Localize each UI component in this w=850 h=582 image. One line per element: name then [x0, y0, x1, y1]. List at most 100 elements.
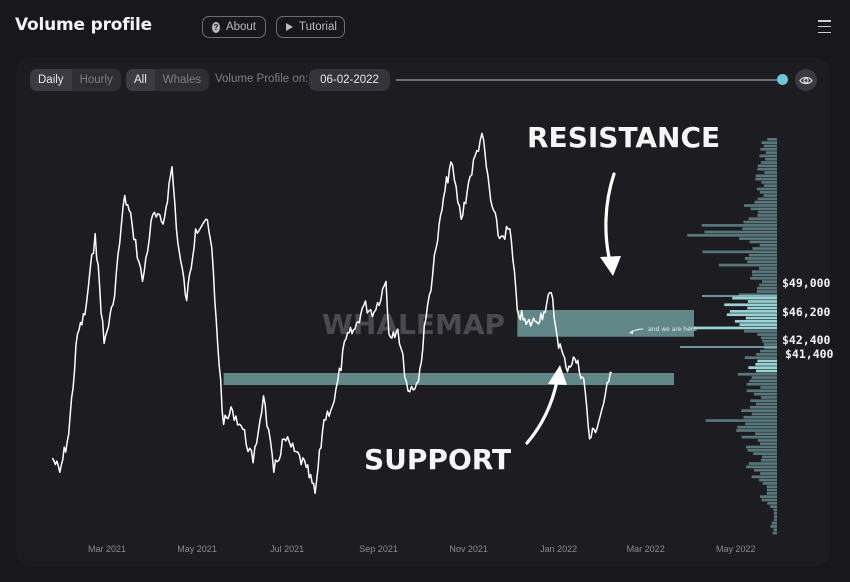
volume-profile-bar: [760, 147, 777, 151]
x-tick-label: May 2022: [716, 544, 756, 554]
volume-profile-bar: [757, 197, 777, 201]
volume-profile-bar: [755, 362, 777, 366]
volume-profile-bar: [748, 217, 777, 221]
volume-profile-bar: [743, 220, 777, 224]
volume-profile-bar: [761, 455, 777, 459]
volume-profile-bar: [749, 405, 777, 409]
volume-profile-bar: [760, 161, 777, 164]
volume-profile-bar: [770, 505, 777, 508]
volume-profile-bar: [758, 267, 777, 270]
volume-profile-bar: [724, 303, 777, 307]
volume-profile-bar: [749, 379, 777, 383]
volume-profile-bar: [759, 154, 777, 158]
volume-profile-bar: [756, 286, 777, 290]
volume-profile-bar: [765, 157, 777, 161]
resistance-annotation: RESISTANCE: [527, 121, 720, 154]
volume-profile-bar: [760, 495, 777, 499]
volume-profile-bar: [759, 243, 777, 247]
current-position-annotation: and we are here: [648, 326, 697, 333]
volume-profile-bar: [726, 313, 777, 317]
volume-profile-bar: [757, 164, 777, 168]
volume-profile-bar: [757, 333, 777, 336]
volume-profile-bar: [762, 339, 777, 343]
x-tick-label: Mar 2022: [627, 544, 665, 554]
volume-profile-bar: [760, 458, 777, 462]
volume-profile-bar: [704, 230, 777, 234]
price-label: $41,400: [785, 347, 834, 361]
volume-profile-bar: [760, 472, 777, 475]
volume-profile-bar: [744, 257, 777, 260]
volume-profile-bar: [745, 316, 777, 320]
volume-profile-bar: [763, 194, 777, 197]
volume-profile-bar: [762, 482, 777, 485]
volume-profile-bar: [773, 528, 777, 532]
volume-profile-bar: [744, 356, 777, 360]
volume-profile-bar: [761, 396, 777, 399]
x-tick-label: Sep 2021: [359, 544, 398, 554]
volume-profile-bar: [718, 263, 777, 267]
volume-profile-bar: [702, 250, 777, 254]
volume-profile-bar: [755, 174, 777, 178]
volume-profile-bar: [751, 376, 777, 379]
volume-profile-bar: [763, 144, 777, 148]
volume-profile-bar: [729, 310, 777, 313]
volume-profile-bar: [762, 280, 777, 283]
volume-profile-bar: [747, 448, 777, 452]
volume-profile-bar: [748, 366, 777, 369]
volume-profile-bar: [760, 442, 777, 446]
volume-profile-bar: [734, 319, 777, 323]
volume-profile-bar: [748, 253, 777, 257]
volume-profile-bar: [748, 462, 777, 465]
volume-profile-bar: [772, 531, 777, 535]
price-chart: WHALEMAP Mar 2021 May 2021 Jul 2021 Sep 202…: [51, 121, 834, 554]
volume-profile-bar: [757, 359, 777, 363]
x-tick-label: Nov 2021: [449, 544, 488, 554]
volume-profile-bar: [705, 419, 777, 422]
volume-profile-bar: [757, 214, 777, 217]
volume-profile-bar: [763, 343, 777, 346]
support-annotation: SUPPORT: [364, 443, 511, 476]
volume-profile-bar: [742, 227, 777, 231]
x-tick-label: Mar 2021: [88, 544, 126, 554]
volume-profile-bar: [753, 392, 777, 396]
volume-profile-bar: [759, 478, 777, 482]
volume-profile-bar: [750, 399, 777, 403]
volume-profile-bar: [751, 412, 777, 416]
volume-profile-bar: [750, 207, 777, 211]
volume-profile-bar: [757, 167, 777, 171]
volume-profile-bar: [754, 200, 777, 204]
volume-profile-bar: [760, 386, 777, 389]
volume-profile-bar: [755, 177, 777, 181]
volume-profile-bar: [747, 300, 777, 303]
volume-profile-bar: [756, 290, 777, 293]
volume-profile-bar: [747, 260, 777, 264]
volume-profile: [680, 138, 777, 535]
volume-profile-bar: [753, 468, 777, 472]
volume-profile-bar: [761, 141, 777, 145]
volume-profile-bar: [739, 237, 777, 240]
volume-profile-bar: [766, 485, 777, 489]
volume-profile-bar: [773, 518, 777, 522]
volume-profile-bar: [766, 491, 777, 495]
volume-profile-bar: [757, 210, 777, 214]
volume-profile-bar: [747, 306, 777, 310]
volume-profile-bar: [732, 296, 777, 300]
volume-profile-bar: [746, 382, 777, 386]
volume-profile-bar: [753, 452, 777, 455]
volume-profile-bar: [771, 521, 777, 525]
volume-profile-bar: [751, 475, 777, 479]
volume-profile-bar: [759, 190, 777, 194]
volume-profile-bar: [752, 273, 777, 277]
volume-profile-bar: [688, 326, 777, 330]
volume-profile-bar: [760, 336, 777, 340]
volume-profile-bar: [761, 181, 777, 184]
volume-profile-bar: [764, 171, 777, 174]
volume-profile-bar: [737, 425, 777, 429]
x-tick-label: May 2021: [177, 544, 217, 554]
volume-profile-bar: [767, 501, 777, 505]
volume-profile-bar: [743, 415, 777, 419]
volume-profile-bar: [752, 247, 777, 250]
volume-profile-bar: [687, 233, 777, 237]
volume-profile-bar: [745, 422, 777, 426]
volume-profile-bar: [767, 138, 777, 141]
